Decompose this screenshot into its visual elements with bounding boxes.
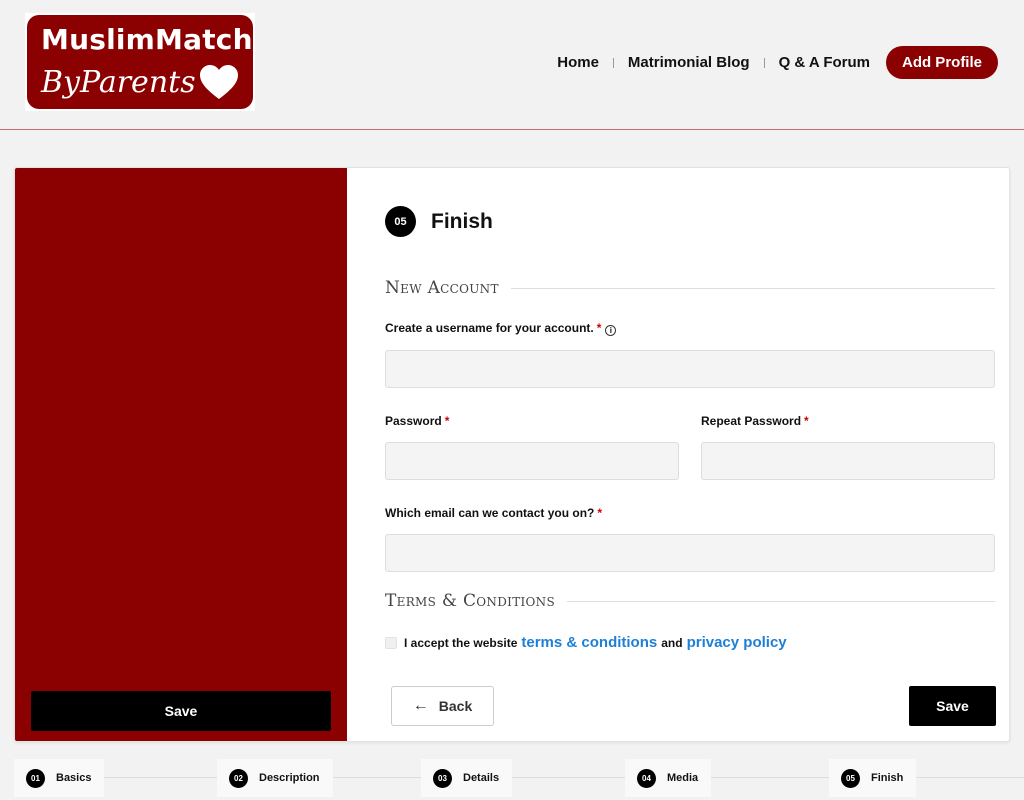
nav-home[interactable]: Home — [543, 54, 613, 71]
step-header: 05 Finish — [385, 206, 493, 237]
username-label-text: Create a username for your account. — [385, 321, 594, 335]
step-label: Basics — [56, 772, 92, 784]
password-label-text: Password — [385, 414, 442, 428]
required-marker: * — [596, 321, 602, 335]
repeat-password-label: Repeat Password * — [701, 414, 809, 428]
add-profile-button[interactable]: Add Profile — [885, 46, 998, 79]
step-label: Details — [463, 772, 500, 784]
step-description[interactable]: 02 Description — [217, 759, 333, 797]
step-media[interactable]: 04 Media — [625, 759, 712, 797]
sidebar-save-button[interactable]: Save — [31, 691, 331, 731]
form-content: 05 Finish New Account Create a username … — [385, 168, 996, 741]
terms-prefix: I accept the website — [404, 635, 518, 650]
form-footer: ← Back Save — [385, 671, 996, 741]
terms-checkbox[interactable] — [385, 636, 397, 649]
form-sidebar: Save — [15, 168, 347, 741]
profile-form-card: Save 05 Finish New Account Create a user… — [14, 167, 1010, 742]
site-logo[interactable]: MuslimMatch ByParents — [25, 13, 255, 111]
username-input[interactable] — [385, 350, 995, 388]
step-number: 01 — [26, 768, 45, 788]
step-finish[interactable]: 05 Finish — [829, 759, 917, 797]
required-marker: * — [804, 414, 809, 428]
save-button[interactable]: Save — [909, 686, 996, 726]
step-label: Finish — [871, 772, 904, 784]
step-number-badge: 05 — [385, 206, 416, 237]
step-title: Finish — [431, 209, 493, 233]
step-basics[interactable]: 01 Basics — [14, 759, 105, 797]
section-divider — [510, 287, 995, 289]
required-marker: * — [597, 506, 603, 520]
nav-qa-forum[interactable]: Q & A Forum — [765, 54, 884, 71]
terms-and: and — [661, 635, 683, 650]
section-terms: Terms & Conditions — [385, 591, 995, 611]
password-label: Password * — [385, 414, 449, 428]
arrow-left-icon: ← — [412, 697, 429, 714]
step-label: Media — [667, 772, 699, 784]
section-title: Terms & Conditions — [385, 591, 555, 611]
step-number: 05 — [841, 768, 860, 788]
section-title: New Account — [385, 278, 499, 298]
step-number: 03 — [433, 768, 452, 788]
info-icon[interactable]: i — [605, 325, 617, 336]
back-button[interactable]: ← Back — [391, 686, 494, 726]
email-label-text: Which email can we contact you on? — [385, 506, 595, 520]
step-number: 04 — [637, 768, 656, 788]
steps-progress: 01 Basics 02 Description 03 Details 04 M… — [14, 757, 1024, 800]
nav-matrimonial-blog[interactable]: Matrimonial Blog — [614, 54, 764, 71]
step-number: 02 — [229, 768, 248, 788]
email-label: Which email can we contact you on? * — [385, 506, 602, 520]
section-new-account: New Account — [385, 278, 995, 298]
back-label: Back — [438, 698, 473, 714]
logo-badge: MuslimMatch ByParents — [27, 15, 253, 109]
terms-row: I accept the website terms & conditions … — [385, 634, 791, 651]
password-input[interactable] — [385, 442, 679, 480]
terms-link[interactable]: terms & conditions — [521, 634, 657, 651]
section-divider — [567, 600, 995, 602]
repeat-password-input[interactable] — [701, 442, 995, 480]
main-nav: Home Matrimonial Blog Q & A Forum Add Pr… — [543, 46, 998, 79]
logo-subtitle: ByParents — [41, 65, 196, 100]
required-marker: * — [444, 414, 450, 428]
site-header: MuslimMatch ByParents Home Matrimonial B… — [0, 0, 1024, 130]
step-label: Description — [259, 772, 320, 784]
privacy-link[interactable]: privacy policy — [687, 634, 787, 651]
heart-icon — [200, 65, 238, 99]
repeat-password-label-text: Repeat Password — [701, 414, 802, 428]
username-label: Create a username for your account. * i — [385, 321, 617, 336]
email-input[interactable] — [385, 534, 995, 572]
logo-title: MuslimMatch — [41, 23, 253, 56]
step-details[interactable]: 03 Details — [421, 759, 513, 797]
